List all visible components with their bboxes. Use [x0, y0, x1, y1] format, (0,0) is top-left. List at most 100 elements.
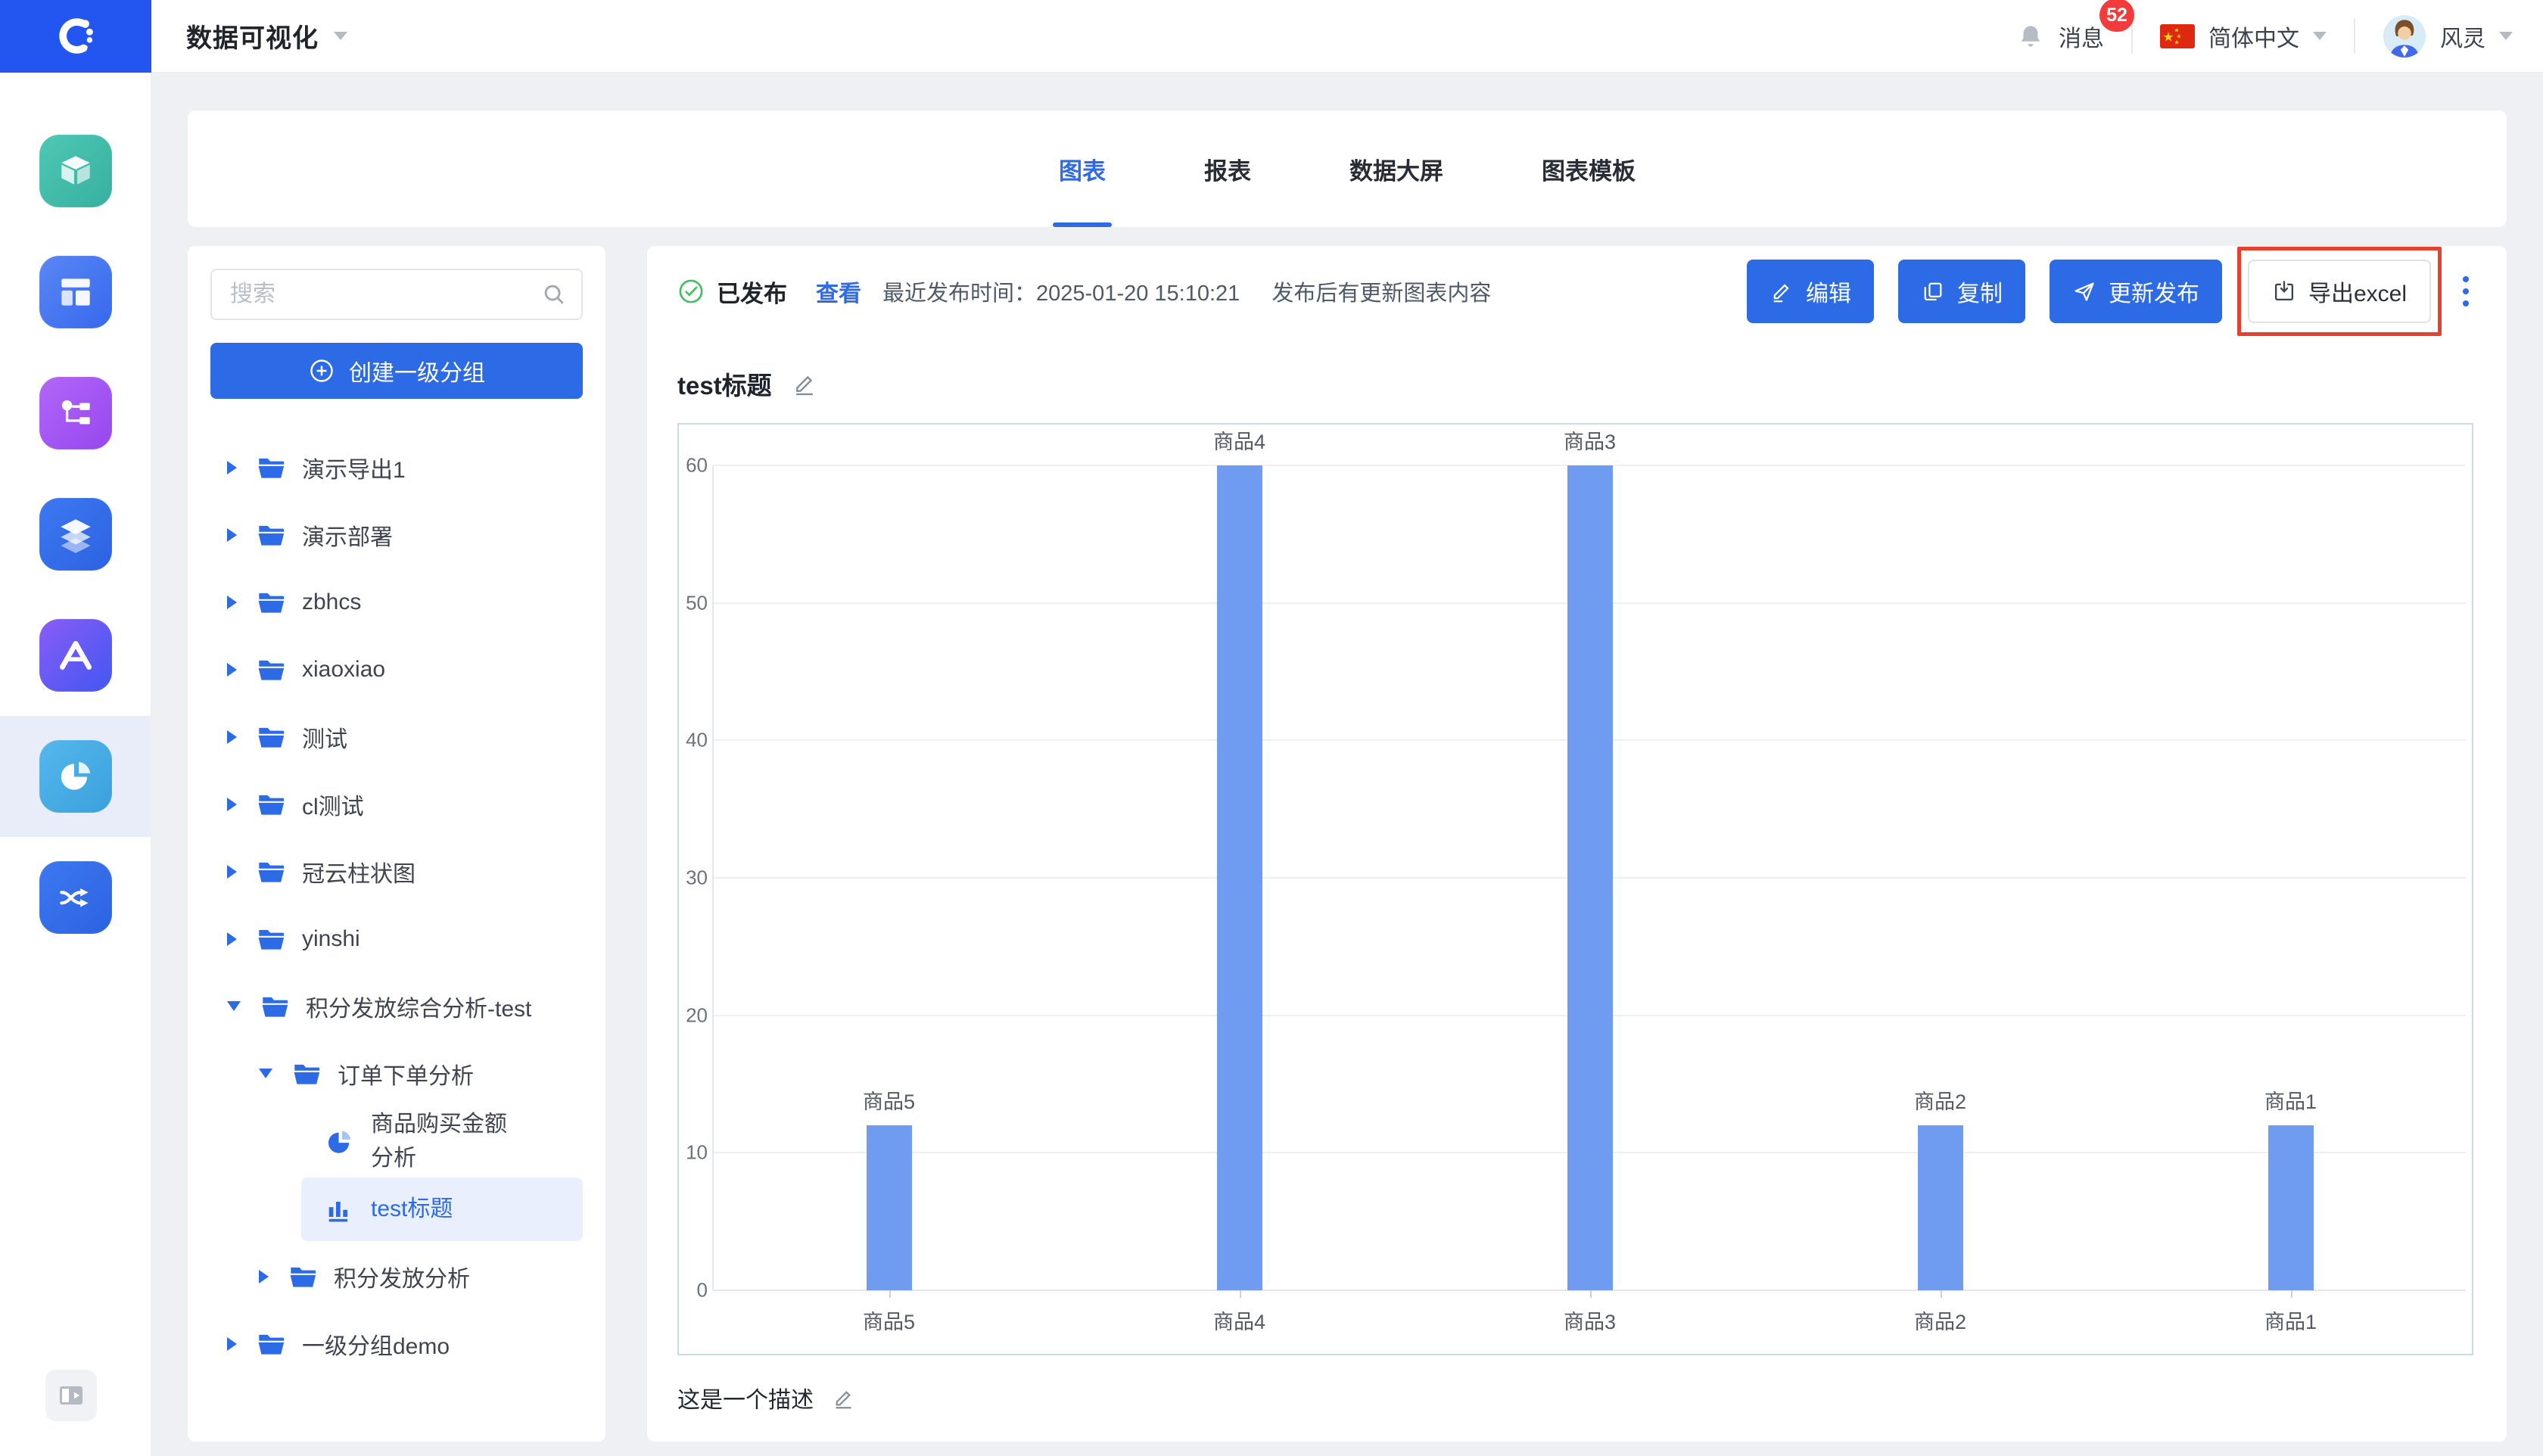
- bar-chart-icon: [324, 1194, 356, 1224]
- svg-text:★: ★: [2162, 30, 2174, 44]
- messages-link[interactable]: 消息 52: [2059, 20, 2104, 53]
- tree-item-label: yinshi: [302, 926, 360, 952]
- tree-item[interactable]: cl测试: [210, 770, 583, 838]
- avatar: [2383, 14, 2426, 58]
- create-group-button[interactable]: 创建一级分组: [210, 343, 583, 399]
- layout-app-icon: [39, 256, 112, 328]
- edit-title-icon[interactable]: [792, 371, 817, 397]
- chart-title: test标题: [677, 366, 772, 402]
- send-icon: [2072, 279, 2096, 303]
- tree-item[interactable]: zbhcs: [210, 568, 583, 636]
- sidebar-app-flowchart-app[interactable]: [0, 353, 151, 474]
- sidebar-app-layout-app[interactable]: [0, 232, 151, 353]
- tab-charts[interactable]: 图表: [1059, 110, 1106, 227]
- tree-item[interactable]: test标题: [210, 1175, 583, 1243]
- tree-item[interactable]: 演示部署: [210, 501, 583, 568]
- chart-title-row: test标题: [677, 366, 2473, 402]
- chevron-down-icon: [2499, 32, 2513, 40]
- edit-button[interactable]: 编辑: [1747, 260, 1874, 323]
- sidebar-app-cube-app[interactable]: [0, 110, 151, 232]
- language-label: 简体中文: [2208, 20, 2299, 53]
- tree-caret-right-icon[interactable]: [227, 1337, 237, 1351]
- y-axis-tick-label: 10: [679, 1141, 708, 1165]
- tree-caret-right-icon[interactable]: [227, 528, 237, 542]
- tree-item[interactable]: 商品购买金额分析: [210, 1107, 583, 1175]
- tree-item[interactable]: 订单下单分析: [210, 1040, 583, 1107]
- tree-item[interactable]: 冠云柱状图: [210, 838, 583, 905]
- app-logo[interactable]: [0, 0, 151, 73]
- divider: [2354, 19, 2355, 54]
- tab-charts-label: 图表: [1059, 152, 1106, 186]
- tree-item[interactable]: xiaoxiao: [210, 636, 583, 703]
- tree-caret-right-icon[interactable]: [227, 865, 237, 879]
- chevron-down-icon: [334, 32, 347, 40]
- chart-slot: 商品2商品2: [1765, 465, 2115, 1290]
- search-icon: [540, 281, 568, 308]
- tree-item-label: test标题: [371, 1192, 453, 1226]
- tab-reports[interactable]: 报表: [1204, 110, 1251, 227]
- notification-bell-icon[interactable]: [2016, 22, 2045, 51]
- tree-item[interactable]: 积分发放分析: [210, 1243, 583, 1310]
- y-axis-tick-label: 40: [679, 729, 708, 752]
- chart-slot: 商品1商品1: [2115, 465, 2466, 1290]
- tree-item-label: 积分发放综合分析-test: [306, 990, 531, 1023]
- y-axis-tick-label: 60: [679, 454, 708, 478]
- tree-caret-down-icon[interactable]: [259, 1069, 272, 1078]
- tree-caret-down-icon[interactable]: [227, 1001, 241, 1011]
- search-input[interactable]: [210, 269, 583, 320]
- edit-description-icon[interactable]: [832, 1386, 855, 1410]
- copy-button[interactable]: 复制: [1898, 260, 2025, 323]
- chart-slot: 商品3商品3: [1415, 465, 1765, 1290]
- bar-value-label: 商品2: [1914, 1085, 1966, 1115]
- tab-data-screen[interactable]: 数据大屏: [1349, 110, 1443, 227]
- tab-chart-templates[interactable]: 图表模板: [1542, 110, 1636, 227]
- tree-item[interactable]: 演示导出1: [210, 434, 583, 501]
- tree-caret-right-icon[interactable]: [227, 596, 237, 609]
- tree-caret-right-icon[interactable]: [259, 1270, 269, 1283]
- sidebar-app-ai-app[interactable]: [0, 595, 151, 716]
- publish-time: 最近发布时间：2025-01-20 15:10:21: [882, 275, 1240, 307]
- tree-caret-right-icon[interactable]: [227, 932, 237, 946]
- sidebar-collapse-button[interactable]: [45, 1370, 97, 1421]
- tree-caret-right-icon[interactable]: [227, 461, 237, 474]
- tree-item-label: 冠云柱状图: [302, 855, 416, 888]
- view-link[interactable]: 查看: [816, 275, 861, 308]
- bar-value-label: 商品4: [1213, 425, 1265, 455]
- workspace-switcher[interactable]: 数据可视化: [186, 17, 347, 54]
- y-axis-tick-label: 30: [679, 866, 708, 890]
- chevron-down-icon: [2313, 32, 2327, 40]
- tree-item-label: 积分发放分析: [334, 1260, 470, 1293]
- topbar: 数据可视化 消息 52 ★ ★ ★ ★ 简体中文: [0, 0, 2543, 73]
- tree-item-label: 一级分组demo: [302, 1327, 450, 1361]
- tree-caret-right-icon[interactable]: [227, 730, 237, 744]
- tree-item[interactable]: 积分发放综合分析-test: [210, 972, 583, 1040]
- tree-item[interactable]: yinshi: [210, 905, 583, 972]
- folder-icon: [255, 857, 287, 887]
- tree-item-selected[interactable]: test标题: [301, 1178, 583, 1241]
- user-menu[interactable]: 风灵: [2383, 14, 2513, 58]
- create-group-label: 创建一级分组: [349, 354, 485, 387]
- more-actions-button[interactable]: [2458, 269, 2473, 314]
- export-excel-button[interactable]: 导出excel: [2248, 260, 2431, 323]
- x-axis-tick: [2291, 1290, 2292, 1298]
- update-publish-button[interactable]: 更新发布: [2050, 260, 2222, 323]
- tree-caret-right-icon[interactable]: [227, 798, 237, 811]
- chart-description-row: 这是一个描述: [677, 1381, 2473, 1414]
- pie-chart-icon: [324, 1126, 356, 1156]
- bar-value-label: 商品1: [2264, 1085, 2317, 1115]
- chart-slot: 商品5商品5: [714, 465, 1064, 1290]
- x-axis-tick: [1941, 1290, 1942, 1298]
- sidebar-app-layers-app[interactable]: [0, 474, 151, 595]
- tree-item-label: cl测试: [302, 788, 364, 821]
- sidebar-app-pie-app[interactable]: [0, 716, 151, 837]
- sidebar-app-shuffle-app[interactable]: [0, 837, 151, 958]
- content-row: 创建一级分组 演示导出1演示部署zbhcsxiaoxiao测试 cl测试冠云柱状图…: [188, 246, 2507, 1442]
- tree-caret-right-icon[interactable]: [227, 663, 237, 677]
- folder-icon: [255, 789, 287, 820]
- messages-label: 消息: [2059, 26, 2104, 51]
- tree-item[interactable]: 一级分组demo: [210, 1310, 583, 1377]
- language-selector[interactable]: ★ ★ ★ ★ 简体中文: [2160, 20, 2327, 53]
- chart-description: 这是一个描述: [677, 1381, 814, 1414]
- x-axis-category-label: 商品5: [863, 1305, 915, 1335]
- tree-item[interactable]: 测试: [210, 703, 583, 770]
